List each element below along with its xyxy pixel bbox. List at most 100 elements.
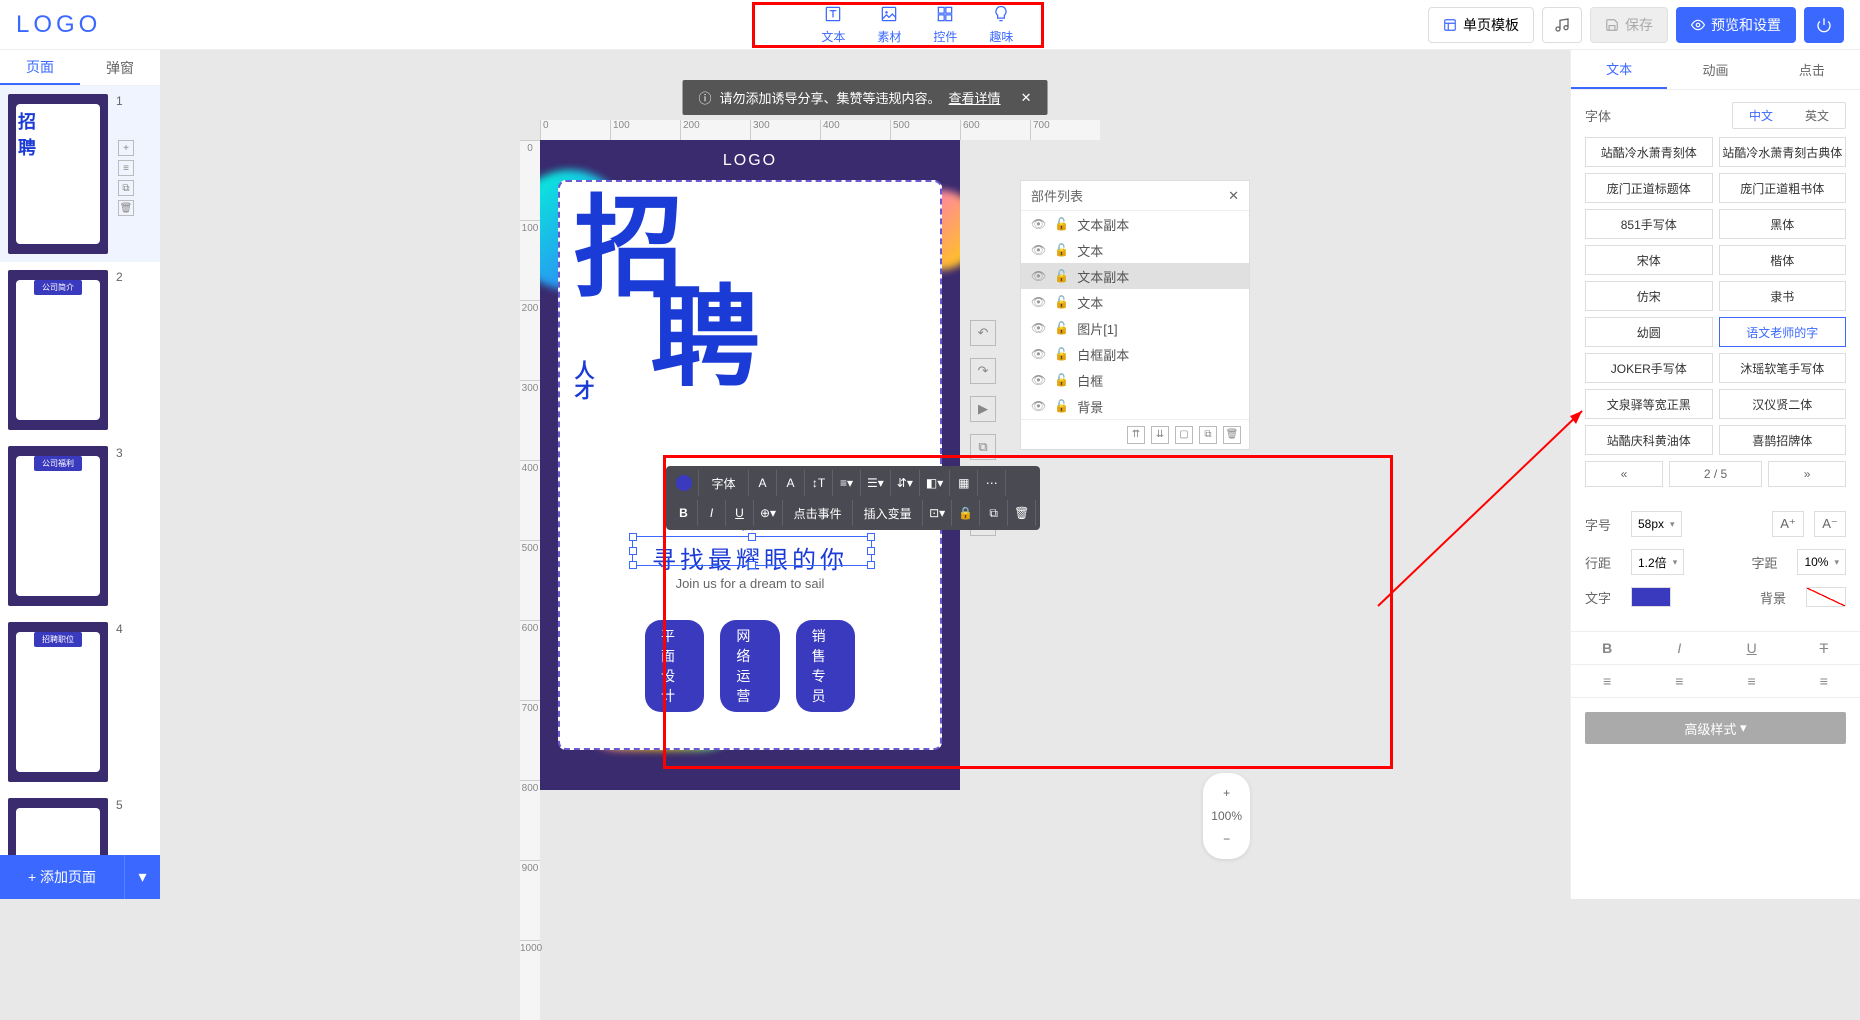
align-justify[interactable]: ≡ xyxy=(1809,673,1839,689)
font-option[interactable]: JOKER手写体 xyxy=(1585,353,1713,383)
font-option[interactable]: 站酷冷水萧青刻古典体 xyxy=(1719,137,1847,167)
font-option[interactable]: 黑体 xyxy=(1719,209,1847,239)
layer-dropdown[interactable]: ◧▾ xyxy=(920,470,950,496)
canvas-page[interactable]: LOGO 招 聘 人才 优 寻找最耀眼的你 Join us for a drea… xyxy=(540,140,960,790)
page-delete-icon[interactable]: 🗑 xyxy=(118,200,134,216)
font-dropdown[interactable]: 字体 xyxy=(699,470,749,496)
page-copy-icon[interactable]: ⧉ xyxy=(118,180,134,196)
top-tool-text[interactable]: 文本 xyxy=(821,4,845,45)
bg-color-swatch[interactable] xyxy=(1806,587,1846,607)
warning-link[interactable]: 查看详情 xyxy=(949,88,1001,107)
preview-button[interactable]: 预览和设置 xyxy=(1676,7,1796,43)
top-tool-fun[interactable]: 趣味 xyxy=(989,4,1013,45)
page-thumb-4[interactable]: 招聘职位4 xyxy=(0,614,160,790)
music-button[interactable] xyxy=(1542,7,1582,43)
bold-toggle[interactable]: B xyxy=(1592,640,1622,656)
zoom-control[interactable]: + 100% − xyxy=(1203,773,1250,859)
lang-en-button[interactable]: 英文 xyxy=(1789,103,1845,128)
undo-button[interactable]: ↶ xyxy=(970,320,996,346)
visibility-icon[interactable]: 👁 xyxy=(1031,217,1046,231)
rp-tab-click[interactable]: 点击 xyxy=(1764,50,1860,89)
redo-button[interactable]: ↷ xyxy=(970,358,996,384)
font-increase[interactable]: A⁺ xyxy=(1772,511,1804,537)
insert-var-dropdown[interactable]: 插入变量 xyxy=(853,500,923,526)
layout-icon[interactable]: ▦ xyxy=(950,470,978,496)
visibility-icon[interactable]: 👁 xyxy=(1031,295,1046,309)
letter-space-select[interactable]: 10% xyxy=(1797,549,1846,575)
bold-button[interactable]: B xyxy=(670,500,698,526)
font-size-select[interactable]: 58px xyxy=(1631,511,1682,537)
copy-button[interactable]: ⧉ xyxy=(970,434,996,460)
canvas-pill[interactable]: 网络运营 xyxy=(720,620,779,712)
font-option[interactable]: 喜鹊招牌体 xyxy=(1719,425,1847,455)
spacing-dropdown[interactable]: ⇵▾ xyxy=(891,470,920,496)
visibility-icon[interactable]: 👁 xyxy=(1031,243,1046,257)
lock-icon[interactable]: 🔓 xyxy=(1054,295,1069,309)
expand-icon[interactable]: ⊕▾ xyxy=(754,500,783,526)
tab-popups[interactable]: 弹窗 xyxy=(80,50,160,85)
add-page-button[interactable]: + 添加页面 xyxy=(0,855,124,899)
lock-icon[interactable]: 🔒 xyxy=(952,500,980,526)
page-list-icon[interactable]: ≡ xyxy=(118,160,134,176)
rp-tab-text[interactable]: 文本 xyxy=(1571,50,1667,89)
play-button[interactable]: ▶ xyxy=(970,396,996,422)
font-option[interactable]: 幼圆 xyxy=(1585,317,1713,347)
top-tool-material[interactable]: 素材 xyxy=(877,4,901,45)
vertical-text-icon[interactable]: ↕T xyxy=(805,470,833,496)
component-item[interactable]: 👁🔓背景 xyxy=(1021,393,1249,419)
canvas-big-text-2[interactable]: 聘 xyxy=(650,290,760,389)
font-option[interactable]: 站酷庆科黄油体 xyxy=(1585,425,1713,455)
font-option[interactable]: 语文老师的字 xyxy=(1719,317,1847,347)
font-decrease[interactable]: A⁻ xyxy=(1814,511,1846,537)
text-color-swatch[interactable] xyxy=(1631,587,1671,607)
page-add-icon[interactable]: + xyxy=(118,140,134,156)
component-item[interactable]: 👁🔓文本 xyxy=(1021,237,1249,263)
font-option[interactable]: 851手写体 xyxy=(1585,209,1713,239)
font-option[interactable]: 仿宋 xyxy=(1585,281,1713,311)
zoom-out[interactable]: − xyxy=(1215,827,1239,851)
visibility-icon[interactable]: 👁 xyxy=(1031,347,1046,361)
component-item[interactable]: 👁🔓文本副本 xyxy=(1021,263,1249,289)
component-item[interactable]: 👁🔓文本 xyxy=(1021,289,1249,315)
italic-toggle[interactable]: I xyxy=(1664,640,1694,656)
comp-layer-down[interactable]: ⇊ xyxy=(1151,426,1169,444)
warning-close[interactable]: ✕ xyxy=(1021,90,1032,106)
comp-layer-up[interactable]: ⇈ xyxy=(1127,426,1145,444)
canvas-line-3[interactable]: Join us for a dream to sail xyxy=(676,576,825,591)
font-page-prev[interactable]: « xyxy=(1585,461,1663,487)
visibility-icon[interactable]: 👁 xyxy=(1031,321,1046,335)
text-selection-box[interactable] xyxy=(632,536,872,566)
font-option[interactable]: 文泉驿等宽正黑 xyxy=(1585,389,1713,419)
page-thumb-2[interactable]: 公司简介2 xyxy=(0,262,160,438)
advanced-styles-button[interactable]: 高级样式 ▾ xyxy=(1585,712,1846,744)
font-option[interactable]: 汉仪贤二体 xyxy=(1719,389,1847,419)
component-item[interactable]: 👁🔓白框 xyxy=(1021,367,1249,393)
position-icon[interactable]: ⊡▾ xyxy=(923,500,952,526)
comp-delete[interactable]: 🗑 xyxy=(1223,426,1241,444)
component-item[interactable]: 👁🔓白框副本 xyxy=(1021,341,1249,367)
comp-folder[interactable]: ▢ xyxy=(1175,426,1193,444)
canvas-pill[interactable]: 平面设计 xyxy=(645,620,704,712)
templates-button[interactable]: 单页模板 xyxy=(1428,7,1534,43)
strike-toggle[interactable]: T xyxy=(1809,640,1839,656)
font-option[interactable]: 庞门正道粗书体 xyxy=(1719,173,1847,203)
lang-cn-button[interactable]: 中文 xyxy=(1733,103,1789,128)
zoom-in[interactable]: + xyxy=(1215,781,1239,805)
text-color-swatch[interactable] xyxy=(670,470,699,496)
more-icon[interactable]: ⋯ xyxy=(978,470,1006,496)
align-left[interactable]: ≡ xyxy=(1592,673,1622,689)
lock-icon[interactable]: 🔓 xyxy=(1054,321,1069,335)
comp-copy[interactable]: ⧉ xyxy=(1199,426,1217,444)
save-button[interactable]: 保存 xyxy=(1590,7,1668,43)
visibility-icon[interactable]: 👁 xyxy=(1031,399,1046,413)
visibility-icon[interactable]: 👁 xyxy=(1031,269,1046,283)
lock-icon[interactable]: 🔓 xyxy=(1054,243,1069,257)
lock-icon[interactable]: 🔓 xyxy=(1054,269,1069,283)
font-option[interactable]: 宋体 xyxy=(1585,245,1713,275)
font-size-down[interactable]: A xyxy=(777,470,805,496)
canvas-logo-text[interactable]: LOGO xyxy=(723,152,777,170)
italic-button[interactable]: I xyxy=(698,500,726,526)
lock-icon[interactable]: 🔓 xyxy=(1054,373,1069,387)
component-item[interactable]: 👁🔓图片[1] xyxy=(1021,315,1249,341)
copy-icon[interactable]: ⧉ xyxy=(980,500,1008,526)
